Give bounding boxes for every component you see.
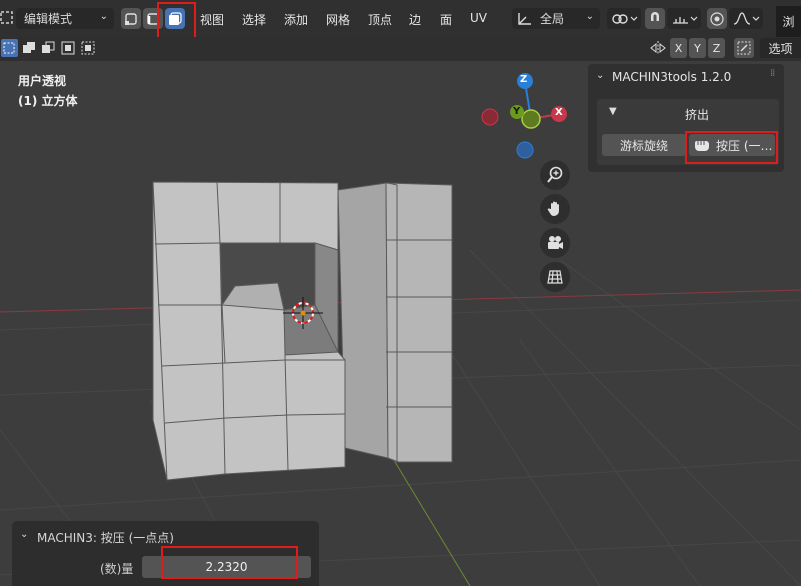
menu-select[interactable]: 选择 [242,11,266,28]
triangle-down-icon[interactable]: ▼ [609,106,617,117]
falloff-curve-icon [733,11,760,25]
mode-select[interactable]: 编辑模式 ⌄ [16,8,114,29]
cursor-spin-label: 游标旋绕 [619,138,668,153]
mirror-x-button[interactable]: X [670,38,687,58]
menu-edge[interactable]: 边 [409,11,421,28]
pivot-point-select[interactable] [607,8,641,29]
chevron-down-icon: ⌄ [99,11,108,22]
select-intersect-icon [81,41,95,55]
options-label: 选项 [768,41,793,56]
zoom-icon [547,166,563,183]
amount-label: (数)量 [100,562,134,576]
vertex-select-button[interactable] [121,8,141,29]
browse-label: 浏 [782,15,795,29]
snap-increment-icon [673,16,698,24]
operator-title: MACHIN3: 按压 (一点点) [37,531,174,545]
pan-button[interactable] [540,194,570,224]
auto-merge-icon [737,41,751,55]
browse-button-partial[interactable]: 浏 [776,6,801,37]
select-intersect-button[interactable] [79,39,96,57]
select-subtract-icon [42,41,55,53]
gizmo-y-label[interactable]: Y [513,106,520,117]
pivot-link-icon [612,13,638,24]
gizmo-z-label[interactable]: Z [520,74,527,85]
amount-highlight [161,546,298,579]
proportional-edit-icon [710,11,724,26]
select-subtract-button[interactable] [40,39,57,57]
falloff-select[interactable] [729,8,763,29]
mirror-icon[interactable] [648,38,668,58]
punch-button-highlight [685,131,778,164]
view-name: 用户透视 [18,74,67,88]
mirror-z-button[interactable]: Z [708,38,725,58]
header-toolbar: 编辑模式 ⌄ 视图 选择 添加 网格 顶点 边 面 UV 全局 ⌄ 浏 [0,0,801,40]
zoom-button[interactable] [540,160,570,190]
ortho-toggle-button[interactable] [540,262,570,292]
cursor-spin-button[interactable]: 游标旋绕 [602,134,686,156]
collapse-chevron-icon[interactable]: ⌄ [20,529,28,540]
section-label: 挤出 [685,108,710,122]
camera-view-button[interactable] [540,228,570,258]
auto-merge-button[interactable] [734,38,754,58]
gizmo-x-label[interactable]: X [555,107,563,118]
transform-orientation-select[interactable]: 全局 ⌄ [512,8,600,29]
proportional-edit-button[interactable] [707,8,727,29]
orientation-axes-icon [518,12,531,25]
menu-uv[interactable]: UV [470,11,487,25]
select-new-button[interactable] [1,39,18,57]
menu-face[interactable]: 面 [440,11,452,28]
editor-type-icon[interactable] [0,10,14,26]
menu-vertex[interactable]: 顶点 [368,11,392,28]
select-extend-icon [22,42,35,53]
select-new-icon [3,42,15,54]
magnet-icon [651,11,659,21]
cube-mesh [152,181,453,481]
object-name: (1) 立方体 [18,94,78,108]
mode-label: 编辑模式 [24,12,73,26]
orientation-label: 全局 [540,12,565,26]
chevron-down-icon: ⌄ [585,11,594,22]
vertex-select-icon [125,12,137,25]
menu-mesh[interactable]: 网格 [326,11,350,28]
panel-title: MACHIN3tools 1.2.0 [612,70,732,84]
face-select-highlight [157,2,196,40]
grid-icon [547,270,563,284]
drag-grip-icon[interactable]: ⁞⁞ [770,68,775,79]
snap-target-select[interactable] [667,8,701,29]
snap-toggle-button[interactable] [645,8,665,29]
collapse-chevron-icon[interactable]: ⌄ [596,70,604,81]
hand-icon [547,201,559,217]
select-invert-icon [61,41,75,55]
menu-view[interactable]: 视图 [200,11,224,28]
select-extend-button[interactable] [21,39,38,57]
camera-icon [548,236,563,249]
menu-add[interactable]: 添加 [284,11,308,28]
selection-mode-group [0,38,96,58]
select-invert-button[interactable] [60,39,77,57]
options-button[interactable]: 选项 [760,38,801,58]
mirror-y-button[interactable]: Y [689,38,706,58]
